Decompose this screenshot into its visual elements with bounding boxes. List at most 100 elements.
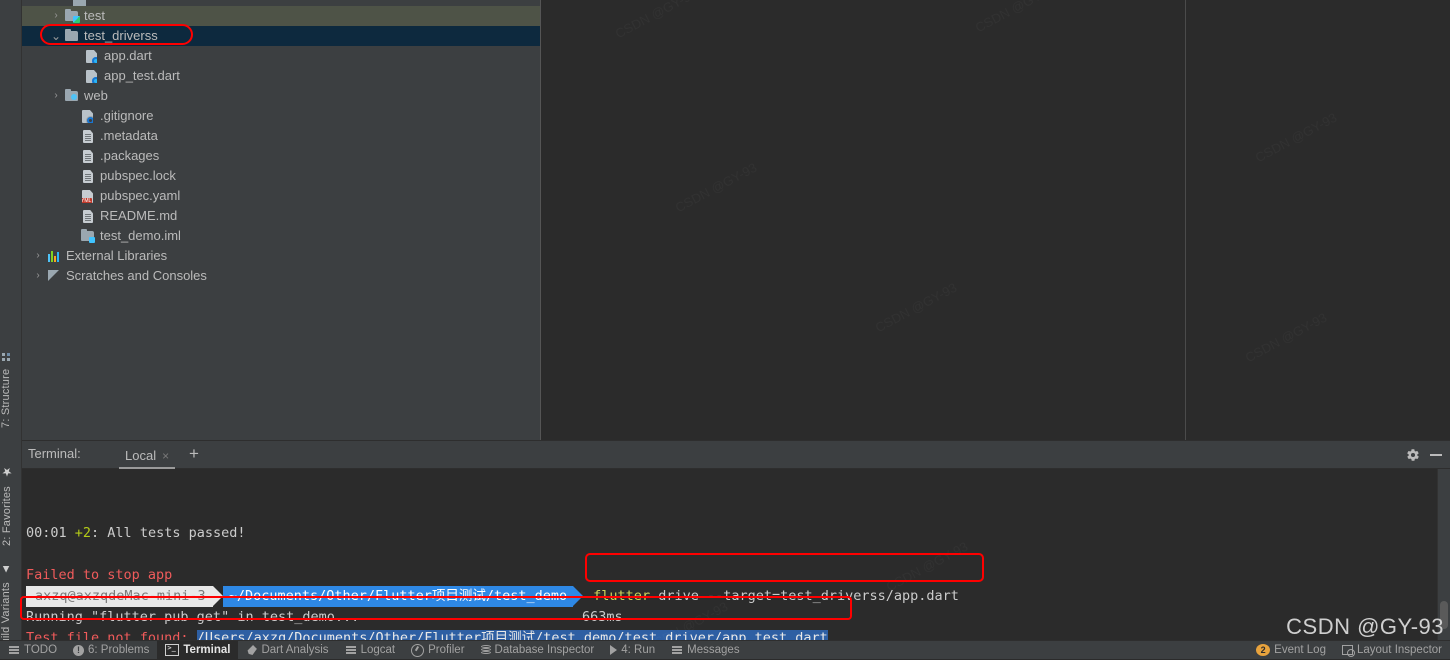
watermark-faint: CSDN @GY-93 — [973, 0, 1060, 35]
status-item-label: Terminal — [183, 644, 231, 656]
status-item-label: TODO — [24, 644, 58, 656]
folder-dart-icon — [64, 8, 80, 24]
status-item-todo[interactable]: TODO — [0, 641, 65, 660]
tree-row-label: app_test.dart — [104, 68, 180, 83]
problems-warning-icon: ! — [73, 644, 85, 656]
event-log-badge: 2 — [1256, 644, 1271, 656]
tree-row-label: app.dart — [104, 48, 152, 63]
external-libraries-icon — [46, 248, 62, 264]
tree-row-app-test-dart[interactable]: app_test.dart — [22, 66, 540, 86]
status-item-label: 4: Run — [621, 644, 656, 656]
tree-row-label: .packages — [100, 148, 160, 163]
status-bar-right: 2 Event Log Layout Inspector — [1248, 641, 1450, 660]
tree-row-scratches-and-consoles[interactable]: › Scratches and Consoles — [22, 266, 540, 286]
watermark-faint: CSDN @GY-93 — [873, 280, 960, 336]
watermark-faint: CSDN @GY-93 — [613, 0, 700, 41]
editor-area[interactable]: CSDN @GY-93 CSDN @GY-93 CSDN @GY-93 CSDN… — [541, 0, 1450, 440]
tree-row-label: test — [84, 8, 105, 23]
status-item-label: Messages — [687, 644, 740, 656]
tree-row-web[interactable]: › web — [22, 86, 540, 106]
tool-button-favorites-label: 2: Favorites — [1, 486, 13, 546]
close-icon[interactable]: × — [162, 449, 169, 463]
status-item-dart-analysis[interactable]: Dart Analysis — [238, 641, 336, 660]
prompt-path-segment: ~/Documents/Other/Flutter项目测试/test_demo — [222, 586, 574, 607]
settings-gear-icon[interactable] — [1406, 448, 1420, 462]
status-item-label: 6: Problems — [88, 644, 150, 656]
project-tree-rows: › test ⌄ test_driverss app.dart app_test… — [22, 0, 540, 286]
tool-button-favorites[interactable]: 2: Favorites ★ — [0, 460, 22, 546]
dart-file-icon — [84, 48, 100, 64]
tree-row-test[interactable]: › test — [22, 6, 540, 26]
status-item-label: Profiler — [428, 644, 465, 656]
watermark-faint: CSDN @GY-93 — [1253, 110, 1340, 166]
terminal-output[interactable]: 00:01 +2: All tests passed! Failed to st… — [22, 469, 1450, 641]
terminal-line-failed-stop: Failed to stop app — [26, 567, 173, 583]
module-file-icon — [80, 228, 96, 244]
status-item-messages[interactable]: Messages — [663, 641, 747, 660]
editor-split-divider[interactable] — [1185, 0, 1186, 440]
status-item-label: Event Log — [1274, 644, 1326, 656]
project-tree-panel[interactable]: › test ⌄ test_driverss app.dart app_test… — [22, 0, 540, 440]
terminal-line-running: Running "flutter pub get" in test_demo..… — [26, 609, 360, 625]
terminal-command-1: flutter drive --target=test_driverss/app… — [583, 586, 959, 607]
tests-count: +2 — [74, 525, 92, 541]
tree-row-label: web — [84, 88, 108, 103]
minimize-icon[interactable] — [1430, 454, 1442, 456]
terminal-scrollbar-thumb[interactable] — [1440, 601, 1448, 629]
tool-button-structure[interactable]: 7: Structure — [0, 338, 22, 428]
tree-row-gitignore[interactable]: .gitignore — [22, 106, 540, 126]
dart-file-icon — [84, 68, 100, 84]
run-play-icon — [610, 645, 618, 655]
tree-row-label: .gitignore — [100, 108, 154, 123]
status-item-logcat[interactable]: Logcat — [337, 641, 404, 660]
text-file-icon — [80, 208, 96, 224]
tree-row-app-dart[interactable]: app.dart — [22, 46, 540, 66]
terminal-scrollbar[interactable] — [1437, 469, 1450, 641]
chevron-right-icon[interactable]: › — [48, 86, 64, 106]
status-item-label: Database Inspector — [494, 644, 595, 656]
chevron-right-icon[interactable]: › — [48, 6, 64, 26]
tree-row-readme[interactable]: README.md — [22, 206, 540, 226]
status-item-profiler[interactable]: Profiler — [403, 641, 472, 660]
tree-row-test-demo-iml[interactable]: test_demo.iml — [22, 226, 540, 246]
status-item-label: Dart Analysis — [261, 644, 329, 656]
tree-row-pubspec-lock[interactable]: pubspec.lock — [22, 166, 540, 186]
chevron-right-icon[interactable]: › — [30, 266, 46, 286]
tree-row-pubspec-yaml[interactable]: pubspec.yaml — [22, 186, 540, 206]
status-item-layout-inspector[interactable]: Layout Inspector — [1334, 641, 1450, 660]
terminal-panel: Terminal: Local × + 00:01 +2: All tests … — [22, 440, 1450, 641]
structure-icon — [0, 352, 12, 362]
tree-row-label: pubspec.yaml — [100, 188, 181, 203]
build-variants-icon: ▲ — [0, 562, 12, 575]
text-file-icon — [80, 128, 96, 144]
tree-row-label: test_demo.iml — [100, 228, 181, 243]
text-file-icon — [80, 148, 96, 164]
status-item-run[interactable]: 4: Run — [602, 641, 663, 660]
terminal-tab-local[interactable]: Local × — [119, 444, 176, 469]
terminal-line-tests-passed: 00:01 +2: All tests passed! — [26, 523, 245, 544]
todo-list-icon — [8, 644, 20, 656]
terminal-header: Terminal: Local × + — [22, 441, 1450, 469]
chevron-right-icon[interactable]: › — [30, 246, 46, 266]
status-item-terminal[interactable]: Terminal — [157, 640, 239, 660]
tree-row-label: .metadata — [100, 128, 158, 143]
new-terminal-tab-button[interactable]: + — [189, 445, 199, 463]
chevron-down-icon[interactable]: ⌄ — [48, 26, 64, 46]
database-icon — [480, 644, 491, 656]
status-item-event-log[interactable]: 2 Event Log — [1248, 641, 1334, 660]
status-item-database-inspector[interactable]: Database Inspector — [473, 641, 603, 660]
profiler-gauge-icon — [411, 643, 425, 657]
tree-row-external-libraries[interactable]: › External Libraries — [22, 246, 540, 266]
tree-row-metadata[interactable]: .metadata — [22, 126, 540, 146]
status-item-problems[interactable]: ! 6: Problems — [65, 641, 157, 660]
command-name: flutter — [593, 588, 651, 604]
tree-row-test-driverss[interactable]: ⌄ test_driverss — [22, 26, 540, 46]
tree-row-packages[interactable]: .packages — [22, 146, 540, 166]
tests-result: : All tests passed! — [91, 525, 246, 541]
tool-button-build-variants[interactable]: Build Variants ▲ — [0, 556, 22, 652]
text-file-icon — [80, 168, 96, 184]
yaml-file-icon — [80, 188, 96, 204]
tool-button-structure-label: 7: Structure — [0, 368, 12, 428]
logcat-lines-icon — [345, 644, 357, 656]
status-bar: TODO ! 6: Problems Terminal Dart Analysi… — [0, 640, 1450, 660]
